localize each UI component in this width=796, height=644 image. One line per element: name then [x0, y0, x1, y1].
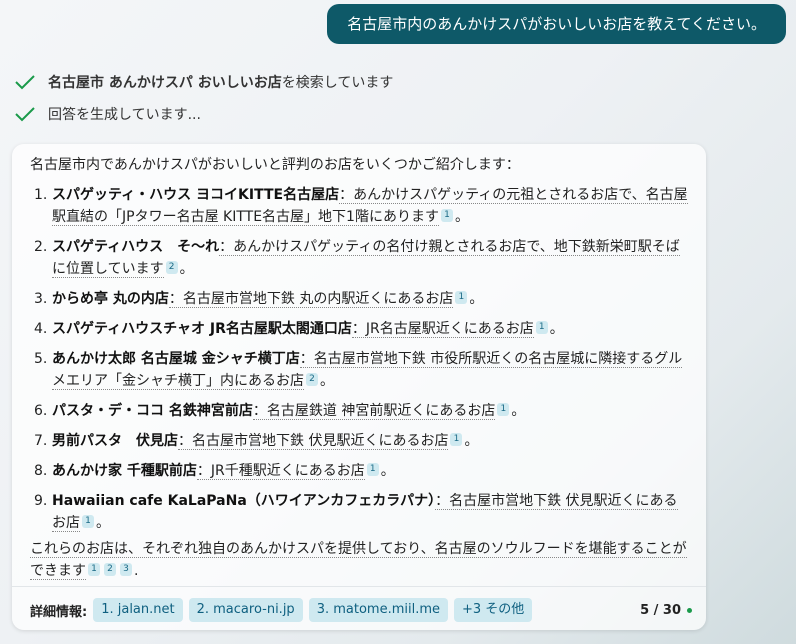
- sentence-end: 。: [549, 321, 564, 337]
- check-icon: [15, 75, 35, 90]
- list-number: 1.: [34, 187, 48, 203]
- list-item: 7. 男前パスタ 伏見店：名古屋市営地下鉄 伏見駅近くにあるお店 1。: [30, 430, 690, 452]
- restaurant-name: あんかけ家 千種駅前店: [52, 463, 197, 479]
- citation-link[interactable]: 1: [88, 563, 100, 576]
- answer-card: 名古屋市内であんかけスパがおいしいと評判のお店をいくつかご紹介します： 1. ス…: [12, 144, 706, 630]
- status-dot-icon: [687, 607, 692, 613]
- restaurant-description: ：JR千種駅近くにあるお店: [196, 463, 365, 480]
- restaurant-name: スパゲッティ・ハウス ヨコイKITTE名古屋店: [52, 187, 340, 203]
- sentence-end: 。: [511, 403, 526, 419]
- footer-divider: [12, 586, 706, 587]
- restaurant-name: あんかけ太郎 名古屋城 金シャチ横丁店: [52, 351, 300, 367]
- restaurant-name: パスタ・デ・ココ 名鉄神宮前店: [52, 403, 253, 419]
- sentence-end: 。: [380, 463, 395, 479]
- list-number: 4.: [34, 321, 48, 337]
- citation-link[interactable]: 2: [165, 261, 178, 274]
- response-counter: 5 / 30: [640, 603, 692, 618]
- sources-footer: 詳細情報: 1. jalan.net 2. macaro-ni.jp 3. ma…: [30, 598, 692, 622]
- sentence-end: 。: [464, 433, 479, 449]
- user-message-bubble: 名古屋市内のあんかけスパがおいしいお店を教えてください。: [327, 4, 786, 44]
- status-searching: 名古屋市 あんかけスパ おいしいお店 を検索しています: [14, 72, 393, 92]
- source-link-macaroni[interactable]: 2. macaro-ni.jp: [188, 598, 303, 622]
- answer-closing: これらのお店は、それぞれ独自のあんかけスパを提供しており、名古屋のソウルフードを…: [30, 538, 700, 582]
- restaurant-name: スパゲティハウス そ〜れ: [52, 239, 220, 255]
- list-number: 3.: [34, 291, 48, 307]
- sentence-end: 。: [454, 209, 469, 225]
- list-item: 2. スパゲティハウス そ〜れ：あんかけスパゲッティの名付け親とされるお店で、地…: [30, 236, 690, 280]
- restaurant-name: Hawaiian cafe KaLaPaNa（ハワイアンカフェカラパナ）: [52, 493, 436, 509]
- list-item: 6. パスタ・デ・ココ 名鉄神宮前店：名古屋鉄道 神宮前駅近くにあるお店 1。: [30, 400, 690, 422]
- sentence-end: 。: [179, 261, 194, 277]
- restaurant-description: ：名古屋市営地下鉄 伏見駅近くにあるお店: [178, 433, 449, 450]
- citation-link[interactable]: 1: [366, 463, 379, 476]
- citation-link[interactable]: 3: [120, 563, 132, 576]
- generating-status-text: 回答を生成しています...: [48, 107, 201, 123]
- list-item: 4. スパゲティハウスチャオ JR名古屋駅太閤通口店：JR名古屋駅近くにあるお店…: [30, 318, 690, 340]
- restaurant-name: スパゲティハウスチャオ JR名古屋駅太閤通口店: [52, 321, 352, 337]
- restaurant-description: ：名古屋鉄道 神宮前駅近くにあるお店: [252, 403, 496, 420]
- sentence-end: 。: [96, 515, 110, 531]
- list-item: 1. スパゲッティ・ハウス ヨコイKITTE名古屋店：あんかけスパゲッティの元祖…: [30, 184, 690, 228]
- list-number: 2.: [34, 239, 48, 255]
- list-number: 6.: [34, 403, 48, 419]
- list-item: 9. Hawaiian cafe KaLaPaNa（ハワイアンカフェカラパナ）：…: [30, 490, 690, 534]
- citation-link[interactable]: 1: [440, 209, 453, 222]
- list-number: 5.: [34, 351, 48, 367]
- check-icon: [15, 107, 35, 122]
- more-sources-button[interactable]: +3 その他: [454, 598, 533, 622]
- list-item: 5. あんかけ太郎 名古屋城 金シャチ横丁店：名古屋市営地下鉄 市役所駅近くの名…: [30, 348, 690, 392]
- counter-text: 5 / 30: [640, 602, 681, 618]
- restaurant-list: 1. スパゲッティ・ハウス ヨコイKITTE名古屋店：あんかけスパゲッティの元祖…: [30, 184, 690, 542]
- list-item: 3. からめ亭 丸の内店：名古屋市営地下鉄 丸の内駅近くにあるお店 1。: [30, 288, 690, 310]
- sources-label: 詳細情報:: [30, 604, 88, 620]
- citation-link[interactable]: 2: [104, 563, 116, 576]
- list-number: 7.: [34, 433, 48, 449]
- source-link-jalan[interactable]: 1. jalan.net: [93, 598, 183, 622]
- citation-link[interactable]: 2: [306, 373, 318, 386]
- search-status-text: を検索しています: [281, 75, 394, 91]
- list-number: 9.: [34, 493, 48, 509]
- answer-intro: 名古屋市内であんかけスパがおいしいと評判のお店をいくつかご紹介します：: [30, 157, 520, 173]
- citation-link[interactable]: 1: [535, 321, 548, 334]
- status-generating: 回答を生成しています...: [14, 104, 201, 124]
- search-query: 名古屋市 あんかけスパ おいしいお店: [48, 75, 282, 91]
- source-link-miil[interactable]: 3. matome.miil.me: [308, 598, 448, 622]
- restaurant-description: ：名古屋市営地下鉄 丸の内駅近くにあるお店: [168, 291, 454, 308]
- sentence-end: 。: [469, 291, 484, 307]
- restaurant-description: ：JR名古屋駅近くにあるお店: [351, 321, 534, 338]
- restaurant-name: 男前パスタ 伏見店: [52, 433, 178, 449]
- list-item: 8. あんかけ家 千種駅前店：JR千種駅近くにあるお店 1。: [30, 460, 690, 482]
- sentence-end: 。: [320, 373, 334, 389]
- citation-link[interactable]: 1: [455, 291, 468, 304]
- citation-link[interactable]: 1: [82, 515, 94, 528]
- citation-link[interactable]: 1: [450, 433, 463, 446]
- list-number: 8.: [34, 463, 48, 479]
- citation-link[interactable]: 1: [497, 403, 510, 416]
- sentence-end: .: [134, 563, 139, 579]
- restaurant-name: からめ亭 丸の内店: [52, 291, 169, 307]
